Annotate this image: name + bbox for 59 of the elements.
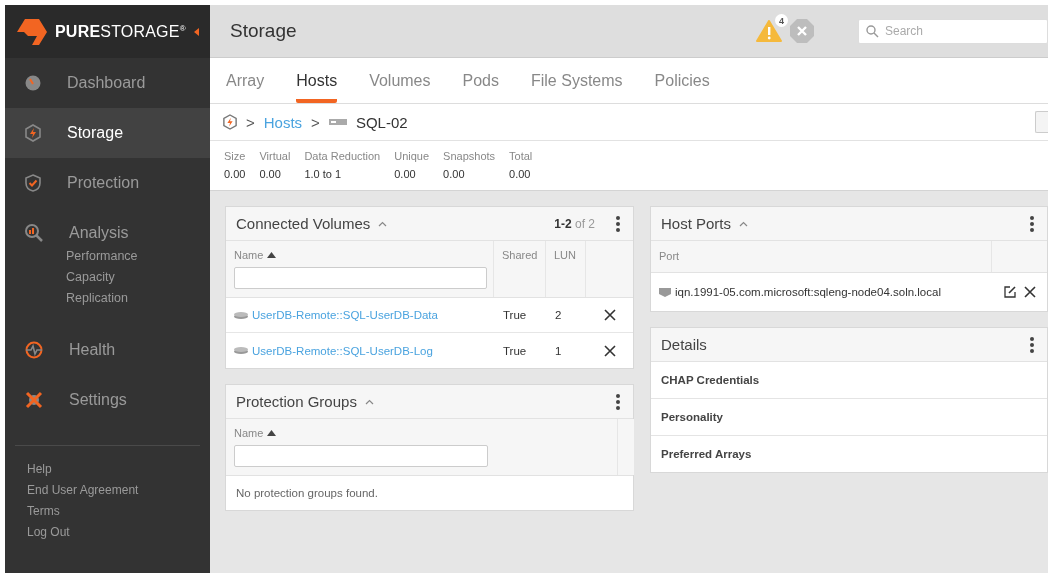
card-title: Details — [661, 336, 707, 353]
sidebar-item[interactable]: Health — [69, 341, 116, 359]
column-header[interactable]: Name — [226, 241, 494, 297]
stat-label: Virtual — [259, 150, 291, 162]
column-header[interactable]: Shared — [494, 241, 546, 297]
card-title: Connected Volumes — [236, 215, 371, 232]
page-title: Storage — [230, 20, 298, 42]
card-title: Host Ports — [661, 215, 732, 232]
pagination-count: 1-2 of 2 — [554, 216, 595, 231]
detail-label: CHAP Credentials — [651, 362, 1047, 399]
table-cell-text: True — [502, 344, 528, 357]
volume-link[interactable]: UserDB-Remote::SQL-UserDB-Data — [226, 309, 494, 321]
stat-value: 0.00 — [394, 168, 417, 180]
breadcrumb-separator: > — [246, 113, 255, 131]
sidebar-item[interactable]: Storage — [67, 124, 124, 142]
tab[interactable]: Volumes — [369, 58, 431, 103]
column-header[interactable]: Name — [226, 419, 618, 475]
alert-count-badge: 4 — [775, 14, 788, 27]
detail-label: Personality — [651, 399, 1047, 436]
tab[interactable]: Array — [226, 58, 265, 103]
tab[interactable]: Policies — [654, 58, 710, 103]
empty-message: No protection groups found. — [235, 486, 379, 501]
stat-value: 1.0 to 1 — [304, 168, 343, 180]
table-cell-text: True — [502, 309, 528, 321]
stat-value: 0.00 — [509, 168, 532, 180]
card-title: Protection Groups — [236, 393, 357, 410]
sidebar-subitem[interactable]: Capacity — [5, 267, 210, 288]
logo-text: PURESTORAGE$^{®}$ — [55, 22, 186, 41]
volume-link[interactable]: UserDB-Remote::SQL-UserDB-Log — [226, 344, 494, 357]
stat-value: 0.00 — [443, 168, 466, 180]
table-cell-text: 2 — [554, 309, 563, 321]
footer-link[interactable]: Log Out — [27, 525, 200, 539]
stat-label: Snapshots — [443, 150, 496, 162]
search-field[interactable]: Search — [858, 18, 1048, 44]
breadcrumb-separator: > — [311, 113, 320, 131]
sidebar-subitem[interactable]: Replication — [5, 288, 210, 309]
stat-value: 0.00 — [224, 168, 246, 180]
breadcrumb-link[interactable]: Hosts — [263, 113, 303, 131]
stat-label: Size — [224, 150, 246, 162]
sidebar-item[interactable]: Settings — [69, 391, 127, 409]
sidebar-subitem[interactable]: Performance — [5, 246, 210, 267]
footer-link[interactable]: Terms — [27, 504, 200, 518]
stat-value: 0.00 — [259, 168, 282, 180]
detail-label: Preferred Arrays — [660, 447, 753, 462]
sidebar-item[interactable]: Dashboard — [67, 74, 146, 92]
port-name: iqn.1991-05.com.microsoft:sqleng-node04.soln.local — [651, 286, 992, 298]
stat-label: Data Reduction — [304, 150, 381, 162]
sidebar-item[interactable]: Protection — [67, 174, 140, 192]
tab[interactable]: Pods — [462, 58, 499, 103]
stat-label: Total — [509, 150, 533, 162]
footer-link[interactable]: End User Agreement — [27, 483, 200, 497]
column-header[interactable]: Port — [651, 241, 992, 272]
footer-link[interactable]: Help — [27, 462, 200, 476]
column-header[interactable]: LUN — [546, 241, 586, 297]
table-cell-text: 1 — [554, 344, 563, 357]
stat-label: Unique — [394, 150, 430, 162]
tab[interactable]: File Systems — [531, 58, 623, 103]
sidebar-item[interactable]: Analysis — [69, 224, 129, 242]
breadcrumb-current: SQL-02 — [355, 113, 408, 131]
